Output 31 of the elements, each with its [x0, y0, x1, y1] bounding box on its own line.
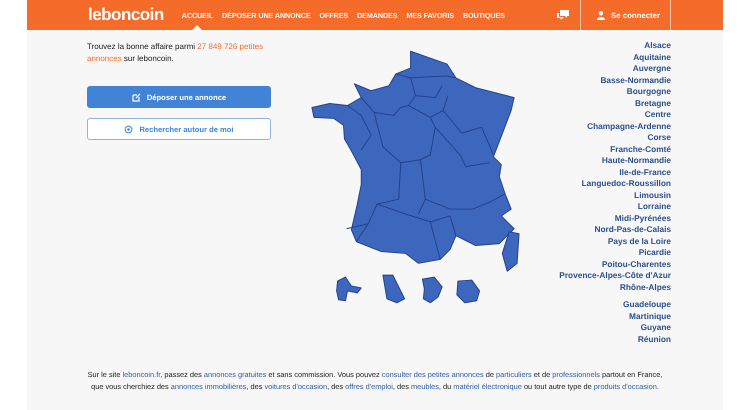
region-link[interactable]: Aquitaine [633, 52, 671, 63]
region-link[interactable]: Guadeloupe [623, 299, 671, 310]
person-icon [597, 10, 606, 20]
region-link[interactable]: Alsace [644, 40, 671, 52]
region-link[interactable]: Franche-Comté [610, 144, 671, 155]
region-link[interactable]: Poitou-Charentes [602, 258, 671, 270]
region-link[interactable]: Basse-Normandie [600, 74, 671, 86]
location-icon [124, 124, 134, 134]
region-link[interactable]: Centre [644, 109, 671, 120]
region-link[interactable]: Réunion [638, 334, 671, 345]
region-link[interactable]: Ile-de-France [619, 166, 671, 178]
region-link[interactable]: Martinique [629, 310, 671, 322]
region-link[interactable]: Picardie [638, 247, 671, 258]
intro-text: Trouvez la bonne affaire parmi 27 849 726 petites annonces sur leboncoin. [87, 41, 264, 65]
region-link[interactable]: Corse [647, 132, 671, 144]
region-link[interactable]: Rhône-Alpes [620, 282, 671, 293]
region-link[interactable]: Midi-Pyrénées [614, 212, 671, 224]
region-link[interactable]: Auvergne [632, 63, 671, 74]
region-link[interactable]: Pays de la Loire [608, 236, 671, 247]
region-link[interactable]: Nord-Pas-de-Calais [594, 224, 671, 236]
region-link[interactable]: Bretagne [635, 98, 671, 109]
chat-icon[interactable] [557, 10, 570, 20]
region-link[interactable]: Languedoc-Roussillon [582, 178, 671, 190]
region-link[interactable]: Limousin [634, 190, 671, 201]
region-link[interactable]: Haute-Normandie [602, 155, 671, 166]
region-link[interactable]: Guyane [640, 322, 671, 334]
region-link[interactable]: Bourgogne [626, 86, 671, 98]
edit-icon [132, 92, 141, 102]
region-link[interactable]: Champagne-Ardenne [587, 120, 671, 132]
region-link[interactable]: Provence-Alpes-Côte d'Azur [559, 270, 671, 282]
region-link[interactable]: Lorraine [638, 201, 671, 212]
